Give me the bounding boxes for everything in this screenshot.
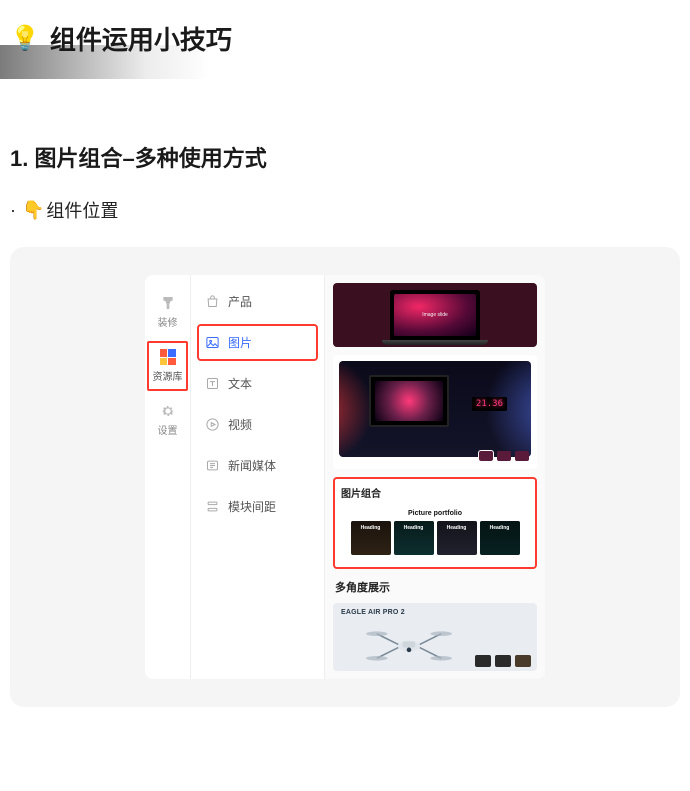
portfolio-block-title: 图片组合 [339,483,531,504]
bag-icon [205,294,220,309]
portfolio-card: Heading [351,521,391,555]
gear-icon [160,403,176,419]
vnav-item-resources[interactable]: 资源库 [145,339,190,393]
cmenu-label: 模块间距 [228,498,276,515]
vnav-label: 装修 [158,314,178,329]
preview-card-desk: 21.36 [333,355,537,469]
page-title-text: 组件运用小技巧 [50,20,232,57]
portfolio-inner: Picture portfolio Heading Heading Headin… [339,504,531,561]
laptop-graphic: Image slide [390,290,480,340]
preview-card-drone: EAGLE AIR PRO 2 [333,603,537,671]
vnav-label: 资源库 [153,368,183,383]
video-icon [205,417,220,432]
page-title-wrap: 💡 组件运用小技巧 [10,20,232,57]
portfolio-row: Heading Heading Heading Heading [343,521,527,555]
bulb-icon: 💡 [10,24,40,53]
brush-icon [160,295,176,311]
vnav-item-decorate[interactable]: 装修 [145,285,190,339]
portfolio-card-label: Heading [404,525,424,531]
thumbnail-row [479,451,529,461]
thumbnail[interactable] [497,451,511,461]
cmenu-label: 文本 [228,375,252,392]
page-title: 💡 组件运用小技巧 [10,20,232,57]
cmenu-item-spacing[interactable]: 模块间距 [197,488,318,525]
screenshot-container: 装修 资源库 设置 产品 图片 文本 [10,247,680,707]
cmenu-item-text[interactable]: 文本 [197,365,318,402]
cmenu-label: 新闻媒体 [228,457,276,474]
cmenu-item-video[interactable]: 视频 [197,406,318,443]
drone-thumb[interactable] [515,655,531,667]
section-heading: 1. 图片组合–多种使用方式 [10,141,680,173]
drone-product-title: EAGLE AIR PRO 2 [341,609,529,616]
thumbnail[interactable] [479,451,493,461]
component-menu: 产品 图片 文本 视频 新闻媒体 模块间距 [191,275,325,679]
multiangle-title: 多角度展示 [333,577,537,595]
preview-card-laptop: Image slide [333,283,537,347]
news-icon [205,458,220,473]
drone-graphic [359,623,459,669]
screenshot: 装修 资源库 设置 产品 图片 文本 [145,275,545,679]
preview-column: Image slide 21.36 图片组合 [325,275,545,679]
bullet-dot: · [10,200,16,221]
cmenu-item-news[interactable]: 新闻媒体 [197,447,318,484]
laptop-screen-text: Image slide [422,312,448,318]
text-icon [205,376,220,391]
drone-thumbs [475,655,531,667]
vnav-label: 设置 [158,422,178,437]
resources-icon [160,349,176,365]
point-down-icon: 👇 [22,200,44,221]
spacing-icon [205,499,220,514]
portfolio-card: Heading [394,521,434,555]
portfolio-card-label: Heading [447,525,467,531]
cmenu-label: 视频 [228,416,252,433]
cmenu-item-product[interactable]: 产品 [197,283,318,320]
drone-thumb[interactable] [475,655,491,667]
image-icon [205,335,220,350]
drone-thumb[interactable] [495,655,511,667]
preview-card-portfolio: 图片组合 Picture portfolio Heading Heading H… [333,477,537,569]
vnav-item-settings[interactable]: 设置 [145,393,190,447]
portfolio-card-label: Heading [361,525,381,531]
desk-monitor [369,375,449,427]
cmenu-item-image[interactable]: 图片 [197,324,318,361]
thumbnail[interactable] [515,451,529,461]
desk-clock: 21.36 [472,397,507,411]
vertical-nav: 装修 资源库 设置 [145,275,191,679]
portfolio-card-label: Heading [490,525,510,531]
portfolio-card: Heading [437,521,477,555]
bullet-component-location: · 👇 组件位置 [10,197,680,223]
bullet-text: 组件位置 [46,197,118,223]
desk-graphic: 21.36 [339,361,531,457]
portfolio-card: Heading [480,521,520,555]
cmenu-label: 图片 [228,334,252,351]
cmenu-label: 产品 [228,293,252,310]
laptop-screen: Image slide [394,294,476,336]
portfolio-heading: Picture portfolio [408,510,462,517]
